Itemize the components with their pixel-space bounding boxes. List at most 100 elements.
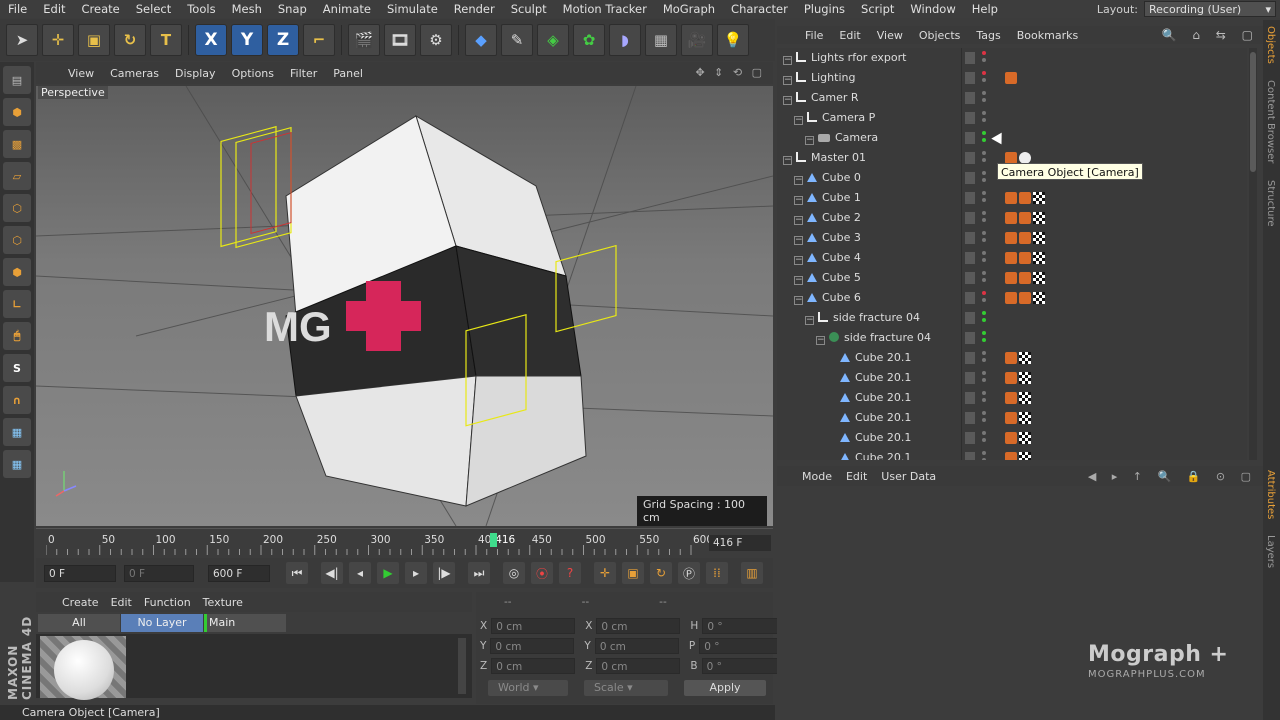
expand-toggle-icon[interactable]: − [816,336,825,345]
viewport-menu-display[interactable]: Display [167,67,224,80]
layer-flag-icon[interactable] [965,312,975,324]
material-menu-create[interactable]: Create [56,596,105,609]
object-row[interactable]: − Cube 6 [777,288,1247,308]
menu-item-create[interactable]: Create [74,2,128,16]
visibility-dots-icon[interactable] [982,91,986,105]
texture-tag-icon[interactable] [1005,352,1017,364]
deformer-button[interactable]: ◗ [609,24,641,56]
expand-toggle-icon[interactable]: − [794,116,803,125]
key-pla-icon[interactable]: ⁞⁞ [706,562,728,584]
expand-toggle-icon[interactable]: − [783,76,792,85]
menu-item-render[interactable]: Render [446,2,503,16]
move-tool-button[interactable]: ✛ [42,24,74,56]
make-editable-button[interactable]: ▤ [3,66,31,94]
material-checker-tag-icon[interactable] [1033,272,1045,284]
material-checker-tag-icon[interactable] [1019,392,1031,404]
layer-flag-icon[interactable] [965,352,975,364]
points-mode-button[interactable]: ⬡ [3,194,31,222]
layer-flag-icon[interactable] [965,72,975,84]
object-row[interactable]: Cube 20.1 [777,348,1247,368]
menu-item-character[interactable]: Character [723,2,796,16]
texture-tag-icon[interactable] [1019,272,1031,284]
key-scale-icon[interactable]: ▣ [622,562,644,584]
menu-item-file[interactable]: File [0,2,35,16]
layer-flag-icon[interactable] [965,232,975,244]
texture-tag-icon[interactable] [1005,292,1017,304]
object-manager-icons[interactable]: 🔍 ⌂ ⇆ ▢ [1162,28,1259,42]
visibility-dots-icon[interactable] [982,191,986,205]
visibility-dots-icon[interactable] [982,231,986,245]
tab-structure[interactable]: Structure [1265,180,1276,227]
layer-flag-icon[interactable] [965,392,975,404]
go-to-end-icon[interactable]: ⏭ [468,562,490,584]
object-row[interactable]: Cube 20.1 [777,388,1247,408]
y-axis-button[interactable]: Y [231,24,263,56]
visibility-dots-icon[interactable] [982,431,986,445]
object-row[interactable]: − Camer R [777,88,1247,108]
object-row[interactable]: Cube 20.1 [777,448,1247,460]
visibility-dots-icon[interactable] [982,291,986,305]
material-menu-function[interactable]: Function [138,596,197,609]
object-menu-edit[interactable]: Edit [831,29,868,42]
edges-mode-button[interactable]: ⬡ [3,226,31,254]
previous-frame-icon[interactable]: ◂ [349,562,371,584]
menu-item-snap[interactable]: Snap [270,2,315,16]
object-menu-tags[interactable]: Tags [968,29,1008,42]
expand-toggle-icon[interactable]: − [794,216,803,225]
material-checker-tag-icon[interactable] [1033,212,1045,224]
object-row[interactable]: − Lights rfor export [777,48,1247,68]
material-menu-edit[interactable]: Edit [105,596,138,609]
texture-tag-icon[interactable] [1019,232,1031,244]
coord-size-field[interactable]: 0 cm [596,658,681,674]
menu-item-motion-tracker[interactable]: Motion Tracker [555,2,655,16]
visibility-dots-icon[interactable] [982,111,986,125]
layer-flag-icon[interactable] [965,152,975,164]
x-axis-button[interactable]: X [195,24,227,56]
expand-toggle-icon[interactable]: − [805,136,814,145]
expand-toggle-icon[interactable]: − [794,196,803,205]
attributes-menu-edit[interactable]: Edit [839,470,874,483]
object-row[interactable]: − Cube 5 [777,268,1247,288]
menu-item-animate[interactable]: Animate [315,2,379,16]
model-mode-button[interactable]: ⬢ [3,98,31,126]
object-menu-view[interactable]: View [869,29,911,42]
tab-layers[interactable]: Layers [1265,535,1276,568]
visibility-dots-icon[interactable] [982,451,986,460]
attributes-menu-mode[interactable]: Mode [795,470,839,483]
object-menu-file[interactable]: File [797,29,831,42]
apply-button[interactable]: Apply [684,680,766,696]
coord-rotation-field[interactable]: 0 ° [701,658,786,674]
texture-tag-icon[interactable] [1005,272,1017,284]
filter-main-materials[interactable]: Main materials [204,614,286,647]
key-position-icon[interactable]: ✛ [594,562,616,584]
texture-tag-icon[interactable] [1005,212,1017,224]
layer-flag-icon[interactable] [965,212,975,224]
scale-select[interactable]: Scale ▾ [584,680,668,696]
texture-tag-icon[interactable] [1005,372,1017,384]
tweak-mode-button[interactable]: 🖱 [3,322,31,350]
expand-toggle-icon[interactable]: − [794,236,803,245]
layer-flag-icon[interactable] [965,52,975,64]
object-tree-scrollbar[interactable] [1249,48,1257,460]
expand-toggle-icon[interactable]: − [794,276,803,285]
attributes-nav-icons[interactable]: ◀ ▸ ↑ 🔍 🔒 ⊙ ▢ [1088,470,1257,483]
layer-flag-icon[interactable] [965,172,975,184]
snap-button[interactable]: S [3,354,31,382]
layer-flag-icon[interactable] [965,132,975,144]
material-checker-tag-icon[interactable] [1019,352,1031,364]
render-view-button[interactable]: 🎬 [348,24,380,56]
object-row[interactable]: − Cube 1 [777,188,1247,208]
viewport-menu-view[interactable]: View [60,67,102,80]
previous-key-icon[interactable]: ◀| [321,562,343,584]
object-row[interactable]: − Lighting [777,68,1247,88]
visibility-dots-icon[interactable] [982,271,986,285]
layer-flag-icon[interactable] [965,112,975,124]
visibility-dots-icon[interactable] [982,51,986,65]
layer-flag-icon[interactable] [965,252,975,264]
texture-tag-icon[interactable] [1019,212,1031,224]
start-frame-field[interactable]: 0 F [44,564,116,582]
autokey-icon[interactable]: ? [559,562,581,584]
coord-rotation-field[interactable]: 0 ° [702,618,787,634]
object-row[interactable]: − side fracture 04 [777,308,1247,328]
playhead-marker[interactable] [490,533,498,547]
